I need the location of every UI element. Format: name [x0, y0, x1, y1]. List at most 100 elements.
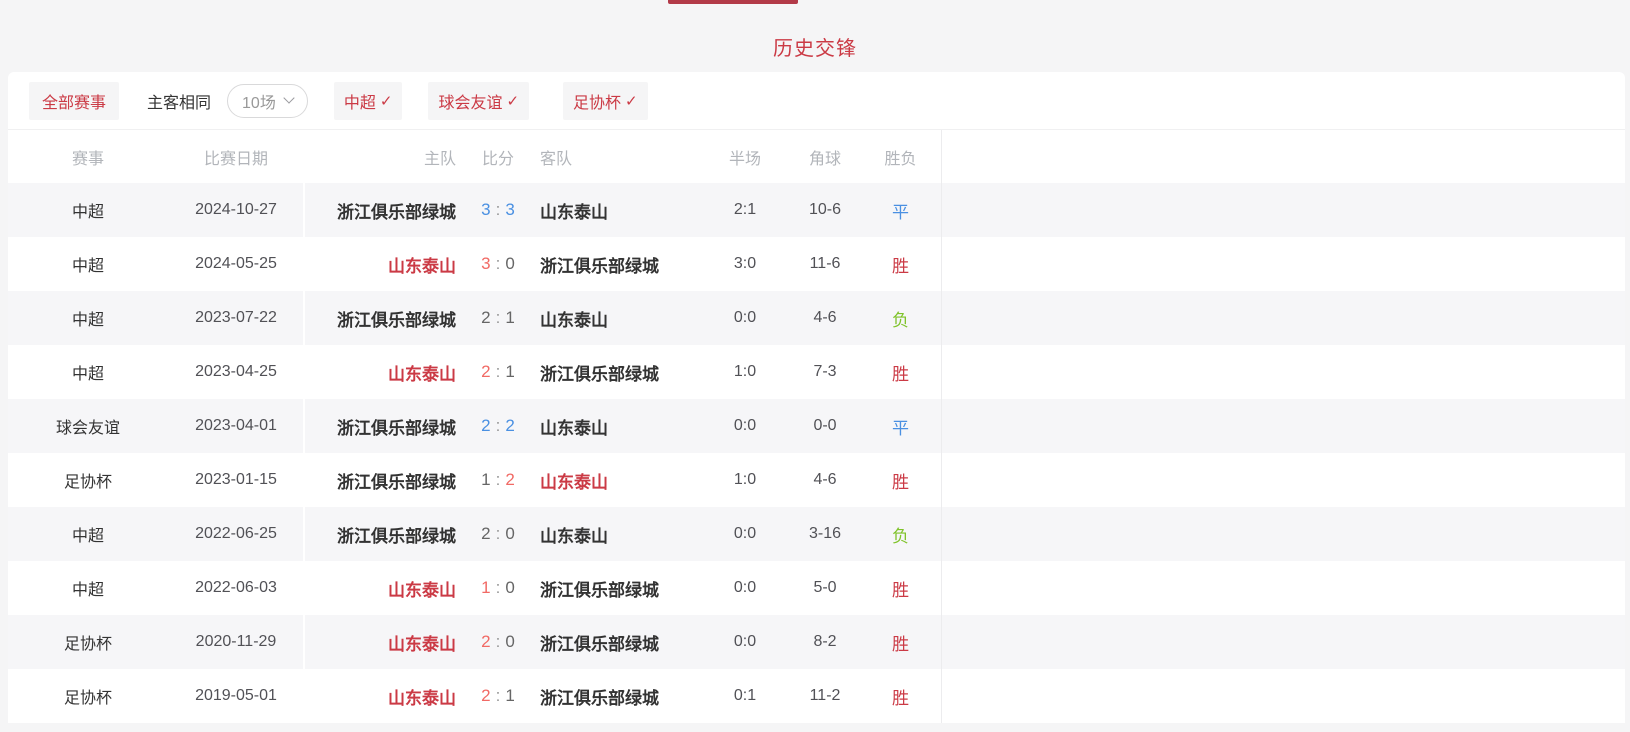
home-score: 3 [481, 254, 490, 273]
head-to-head-table: 赛事 比赛日期 主队 比分 客队 半场 角球 胜负 中超 2024-10-27 … [8, 130, 1625, 723]
filter-friendly-label: 球会友谊 [438, 89, 502, 113]
result-cell: 负 [860, 522, 941, 547]
result-cell: 平 [860, 414, 941, 439]
result-cell: 胜 [860, 684, 941, 709]
away-score: 1 [505, 308, 514, 327]
league-cell: 球会友谊 [8, 414, 168, 438]
away-score: 3 [505, 200, 514, 219]
home-score: 1 [481, 578, 490, 597]
table-row: 足协杯 2023-01-15 浙江俱乐部绿城 1:2 山东泰山 1:0 4-6 … [8, 453, 1625, 507]
away-score: 0 [505, 524, 514, 543]
table-row: 中超 2022-06-25 浙江俱乐部绿城 2:0 山东泰山 0:0 3-16 … [8, 507, 1625, 561]
league-cell: 足协杯 [8, 630, 168, 654]
filter-cup-button[interactable]: 足协杯 [563, 82, 648, 120]
active-tab-underline [668, 0, 798, 4]
check-icon [380, 92, 393, 110]
away-team-cell: 山东泰山 [540, 468, 700, 493]
corners-cell: 0-0 [790, 417, 860, 435]
check-icon [625, 92, 638, 110]
result-cell: 胜 [860, 360, 941, 385]
league-cell: 中超 [8, 522, 168, 546]
home-score: 2 [481, 632, 490, 651]
halftime-cell: 0:0 [700, 633, 790, 651]
column-header-date: 比赛日期 [168, 145, 304, 169]
away-team-cell: 山东泰山 [540, 198, 700, 223]
home-team-cell: 山东泰山 [304, 360, 456, 385]
match-count-dropdown[interactable]: 10场 [227, 84, 308, 118]
corners-cell: 11-2 [790, 687, 860, 705]
league-cell: 足协杯 [8, 468, 168, 492]
halftime-cell: 0:0 [700, 525, 790, 543]
halftime-cell: 0:0 [700, 417, 790, 435]
away-score: 2 [505, 416, 514, 435]
page-header: 历史交锋 [0, 0, 1630, 72]
away-score: 2 [505, 470, 514, 489]
away-score: 1 [505, 686, 514, 705]
filter-all-button[interactable]: 全部赛事 [29, 82, 119, 120]
score-cell: 1:0 [456, 578, 540, 598]
home-score: 1 [481, 470, 490, 489]
table-row: 足协杯 2020-11-29 山东泰山 2:0 浙江俱乐部绿城 0:0 8-2 … [8, 615, 1625, 669]
table-row: 中超 2022-06-03 山东泰山 1:0 浙江俱乐部绿城 0:0 5-0 胜 [8, 561, 1625, 615]
date-cell: 2019-05-01 [168, 687, 304, 705]
corners-cell: 5-0 [790, 579, 860, 597]
result-cell: 胜 [860, 252, 941, 277]
halftime-cell: 3:0 [700, 255, 790, 273]
score-colon: : [496, 362, 501, 381]
column-header-score: 比分 [456, 145, 540, 169]
score-colon: : [496, 686, 501, 705]
table-row: 足协杯 2019-05-01 山东泰山 2:1 浙江俱乐部绿城 0:1 11-2… [8, 669, 1625, 723]
home-team-cell: 山东泰山 [304, 630, 456, 655]
home-score: 2 [481, 416, 490, 435]
column-header-result: 胜负 [860, 145, 941, 169]
corners-cell: 4-6 [790, 309, 860, 327]
date-cell: 2024-05-25 [168, 255, 304, 273]
home-score: 2 [481, 308, 490, 327]
result-cell: 负 [860, 306, 941, 331]
halftime-cell: 1:0 [700, 363, 790, 381]
league-cell: 中超 [8, 252, 168, 276]
filter-league-label: 中超 [344, 89, 376, 113]
league-cell: 中超 [8, 306, 168, 330]
home-team-cell: 浙江俱乐部绿城 [304, 468, 456, 493]
filter-friendly-button[interactable]: 球会友谊 [428, 82, 529, 120]
away-team-cell: 山东泰山 [540, 414, 700, 439]
score-cell: 2:1 [456, 308, 540, 328]
date-cell: 2023-04-01 [168, 417, 304, 435]
column-header-halftime: 半场 [700, 145, 790, 169]
score-colon: : [496, 200, 501, 219]
halftime-cell: 0:1 [700, 687, 790, 705]
score-cell: 2:2 [456, 416, 540, 436]
corners-cell: 4-6 [790, 471, 860, 489]
result-cell: 胜 [860, 630, 941, 655]
home-team-cell: 山东泰山 [304, 576, 456, 601]
result-cell: 胜 [860, 468, 941, 493]
table-row: 中超 2023-07-22 浙江俱乐部绿城 2:1 山东泰山 0:0 4-6 负 [8, 291, 1625, 345]
halftime-cell: 0:0 [700, 309, 790, 327]
score-cell: 2:1 [456, 686, 540, 706]
score-colon: : [496, 254, 501, 273]
score-colon: : [496, 524, 501, 543]
league-cell: 中超 [8, 360, 168, 384]
away-team-cell: 浙江俱乐部绿城 [540, 360, 700, 385]
filter-league-button[interactable]: 中超 [334, 82, 403, 120]
score-cell: 3:3 [456, 200, 540, 220]
league-cell: 中超 [8, 576, 168, 600]
corners-cell: 3-16 [790, 525, 860, 543]
history-panel: 全部赛事 主客相同 10场 中超 球会友谊 足协杯 赛事 比赛日期 主队 比分 … [8, 72, 1625, 723]
score-cell: 2:0 [456, 632, 540, 652]
table-body: 中超 2024-10-27 浙江俱乐部绿城 3:3 山东泰山 2:1 10-6 … [8, 183, 1625, 723]
home-team-cell: 浙江俱乐部绿城 [304, 522, 456, 547]
score-cell: 3:0 [456, 254, 540, 274]
check-icon [506, 92, 519, 110]
table-header-row: 赛事 比赛日期 主队 比分 客队 半场 角球 胜负 [8, 130, 1625, 183]
home-team-cell: 山东泰山 [304, 684, 456, 709]
date-cell: 2024-10-27 [168, 201, 304, 219]
score-cell: 2:1 [456, 362, 540, 382]
date-cell: 2023-01-15 [168, 471, 304, 489]
away-score: 0 [505, 254, 514, 273]
score-colon: : [496, 578, 501, 597]
home-team-cell: 浙江俱乐部绿城 [304, 414, 456, 439]
home-team-cell: 山东泰山 [304, 252, 456, 277]
away-score: 1 [505, 362, 514, 381]
